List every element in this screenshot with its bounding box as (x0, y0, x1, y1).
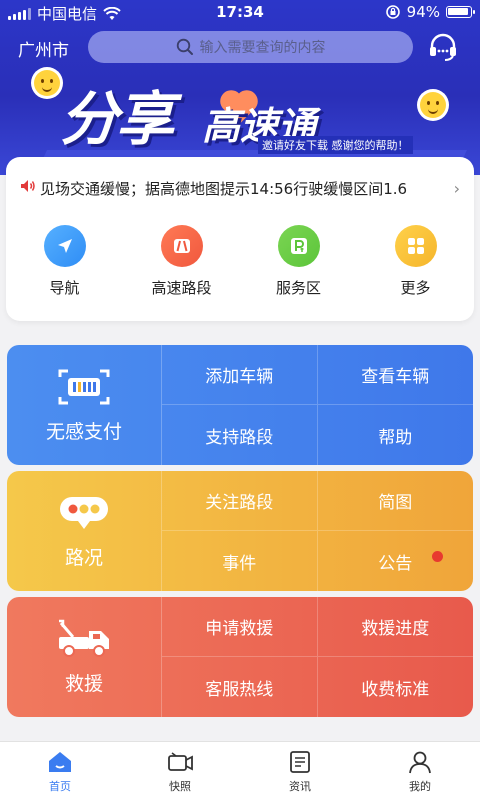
banner-subtitle: 邀请好友下载 感谢您的帮助！ (258, 136, 413, 154)
help-button[interactable]: 帮助 (318, 405, 474, 465)
quick-action-navigation[interactable]: 导航 (6, 225, 123, 298)
tab-home[interactable]: 首页 (0, 742, 120, 800)
tab-label: 首页 (49, 779, 71, 793)
panel-rescue-title: 救援 (64, 672, 103, 695)
panel-traffic-main[interactable]: 路况 (7, 471, 162, 591)
tab-label: 资讯 (289, 779, 311, 793)
supported-roads-button[interactable]: 支持路段 (162, 405, 318, 465)
city-selector[interactable]: 广州市 (18, 36, 69, 61)
smiley-right-icon (420, 92, 446, 118)
panel-traffic: 路况 关注路段 简图 事件 公告 (7, 471, 473, 591)
battery-percent: 94% (406, 3, 440, 21)
search-input[interactable]: 输入需要查询的内容 (88, 31, 413, 63)
panel-payment: 无感支付 添加车辆 查看车辆 支持路段 帮助 (7, 345, 473, 465)
notification-dot (432, 551, 443, 562)
quick-action-label: 高速路段 (151, 279, 212, 297)
panel-traffic-title: 路况 (64, 546, 103, 569)
follow-road-button[interactable]: 关注路段 (162, 471, 318, 531)
events-button[interactable]: 事件 (162, 531, 318, 591)
quick-action-label: 导航 (49, 279, 80, 297)
tow-truck-icon (59, 619, 109, 657)
tab-label: 快照 (169, 779, 191, 793)
quick-action-service-area[interactable]: 服务区 (240, 225, 357, 298)
etc-card-scan-icon (58, 369, 110, 404)
simple-map-button[interactable]: 简图 (317, 471, 473, 531)
quick-action-more[interactable]: 更多 (357, 225, 474, 298)
tab-profile[interactable]: 我的 (360, 742, 480, 800)
hotline-button[interactable]: 客服热线 (162, 657, 318, 717)
view-vehicle-button[interactable]: 查看车辆 (317, 345, 473, 405)
traffic-notice[interactable]: 见场交通缓慢；据高德地图提示14:56行驶缓慢区间1.6 › (20, 176, 460, 200)
app-screen: 中国电信 17:34 94% 广州市 输入需要查询的内容 分享 高速通 邀请好友… (0, 0, 480, 800)
user-icon (409, 751, 431, 773)
rotation-lock-icon (385, 5, 400, 19)
tab-news[interactable]: 资讯 (240, 742, 360, 800)
quick-action-label: 服务区 (275, 279, 321, 297)
quick-card: 见场交通缓慢；据高德地图提示14:56行驶缓慢区间1.6 › 导航 高速路段 服… (6, 157, 474, 321)
navigation-arrow-icon (43, 225, 86, 267)
banner-title-big: 分享 (60, 85, 174, 153)
battery-icon (446, 6, 475, 18)
news-icon (290, 750, 310, 773)
panel-payment-main[interactable]: 无感支付 (7, 345, 162, 465)
announcement-label: 公告 (378, 553, 413, 574)
header-banner: 中国电信 17:34 94% 广州市 输入需要查询的内容 分享 高速通 邀请好友… (0, 0, 480, 175)
tab-snapshot[interactable]: 快照 (120, 742, 240, 800)
quick-actions: 导航 高速路段 服务区 更多 (6, 225, 474, 298)
panel-rescue-main[interactable]: 救援 (7, 597, 162, 717)
home-icon (49, 751, 71, 772)
service-area-icon (277, 225, 320, 267)
traffic-light-icon (60, 496, 108, 529)
rescue-progress-button[interactable]: 救援进度 (317, 597, 473, 657)
notice-text: 见场交通缓慢；据高德地图提示14:56行驶缓慢区间1.6 (40, 179, 408, 198)
more-grid-icon (394, 225, 437, 267)
speaker-icon (20, 179, 40, 197)
panel-rescue: 救援 申请救援 救援进度 客服热线 收费标准 (7, 597, 473, 717)
status-bar: 中国电信 17:34 94% (0, 0, 480, 24)
fee-standard-button[interactable]: 收费标准 (318, 657, 474, 717)
tab-bar: 首页 快照 资讯 我的 (0, 741, 480, 800)
quick-action-label: 更多 (400, 279, 431, 297)
quick-action-highway[interactable]: 高速路段 (123, 225, 240, 298)
tab-label: 我的 (409, 779, 431, 793)
search-icon (176, 38, 193, 55)
highway-icon (160, 225, 203, 267)
request-rescue-button[interactable]: 申请救援 (162, 597, 318, 657)
add-vehicle-button[interactable]: 添加车辆 (162, 345, 318, 405)
search-placeholder: 输入需要查询的内容 (199, 40, 326, 56)
announcement-button[interactable]: 公告 (318, 531, 474, 591)
smiley-left-icon (34, 70, 60, 96)
headset-icon[interactable] (427, 32, 459, 62)
camera-video-icon (168, 751, 193, 771)
chevron-right-icon[interactable]: › (446, 179, 460, 198)
panel-payment-title: 无感支付 (45, 420, 122, 443)
